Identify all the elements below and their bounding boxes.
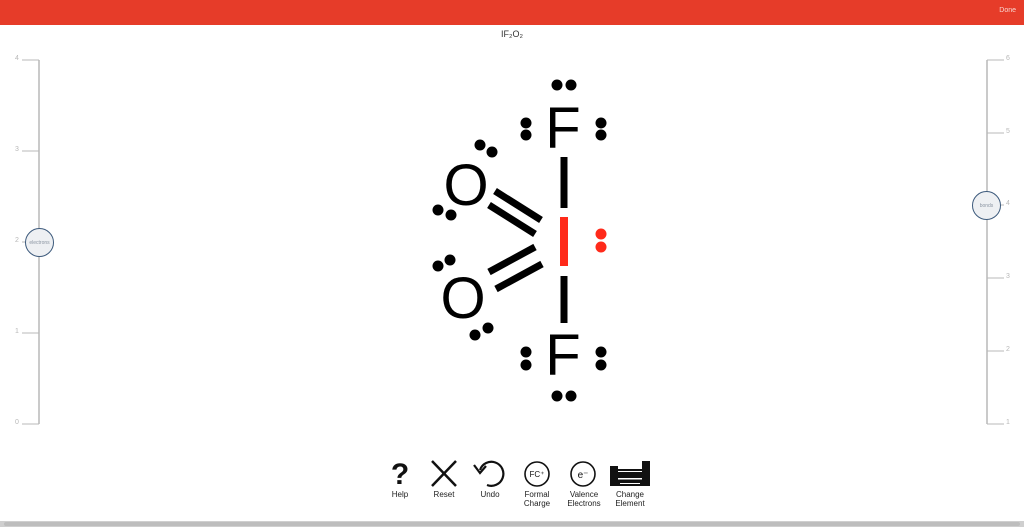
bonds-tick-6: 6 — [1006, 55, 1010, 62]
lower-oxygen-atom[interactable]: O — [440, 266, 485, 331]
electrons-tick-3: 3 — [15, 146, 19, 153]
iodine-lone-pair — [595, 228, 607, 253]
electrons-tick-0: 0 — [15, 419, 19, 426]
bonds-slider-track — [986, 59, 1004, 425]
undo-button[interactable]: Undo — [468, 456, 512, 512]
change-element-label: Change Element — [615, 490, 645, 508]
svg-text:?: ? — [391, 458, 409, 488]
lewis-structure-drawing: F F O O — [432, 79, 607, 402]
close-x-icon — [431, 460, 457, 487]
top-bar: Done — [0, 0, 1024, 25]
help-button[interactable]: ? Help — [378, 456, 422, 512]
bonds-tick-3: 3 — [1006, 273, 1010, 280]
bonds-slider[interactable]: 6 5 4 3 2 1 bonds — [944, 50, 1024, 440]
formal-charge-button[interactable]: FC⁺ Formal Charge — [515, 456, 559, 512]
periodic-table-icon — [610, 461, 650, 486]
bottom-toolbar: ? Help Reset Undo FC⁺ Formal Charge e⁻ V… — [378, 456, 668, 512]
done-button[interactable]: Done — [999, 7, 1016, 14]
bonds-tick-2: 2 — [1006, 346, 1010, 353]
top-fluorine-atom[interactable]: F — [545, 96, 580, 161]
bonds-tick-1: 1 — [1006, 419, 1010, 426]
electrons-slider-knob[interactable]: electrons — [25, 228, 54, 257]
lewis-structure[interactable]: F F O O — [420, 70, 630, 410]
valence-electrons-button[interactable]: e⁻ Valence Electrons — [562, 456, 606, 512]
scrollbar-thumb[interactable] — [4, 522, 1020, 526]
electrons-tick-4: 4 — [15, 55, 19, 62]
lower-oxygen-double-bond[interactable] — [487, 243, 544, 293]
change-element-button[interactable]: Change Element — [608, 456, 652, 512]
svg-text:e⁻: e⁻ — [578, 470, 589, 481]
formal-charge-icon: FC⁺ — [524, 461, 550, 487]
electrons-slider[interactable]: 4 3 2 1 0 electrons — [0, 50, 80, 440]
electrons-tick-1: 1 — [15, 328, 19, 335]
valence-electron-icon: e⁻ — [570, 461, 596, 487]
bonds-tick-5: 5 — [1006, 128, 1010, 135]
electrons-tick-2: 2 — [15, 237, 19, 244]
svg-text:FC⁺: FC⁺ — [530, 470, 545, 479]
horizontal-scrollbar[interactable] — [0, 521, 1024, 527]
bonds-slider-knob[interactable]: bonds — [972, 191, 1001, 220]
molecule-formula: IF₂O₂ — [501, 29, 523, 39]
reset-button[interactable]: Reset — [422, 456, 466, 512]
upper-oxygen-atom[interactable]: O — [443, 153, 488, 218]
upper-oxygen-double-bond[interactable] — [487, 188, 543, 237]
question-mark-icon: ? — [391, 458, 409, 488]
bottom-fluorine-atom[interactable]: F — [545, 323, 580, 388]
bonds-tick-4: 4 — [1006, 200, 1010, 207]
undo-arrow-icon — [473, 460, 505, 487]
